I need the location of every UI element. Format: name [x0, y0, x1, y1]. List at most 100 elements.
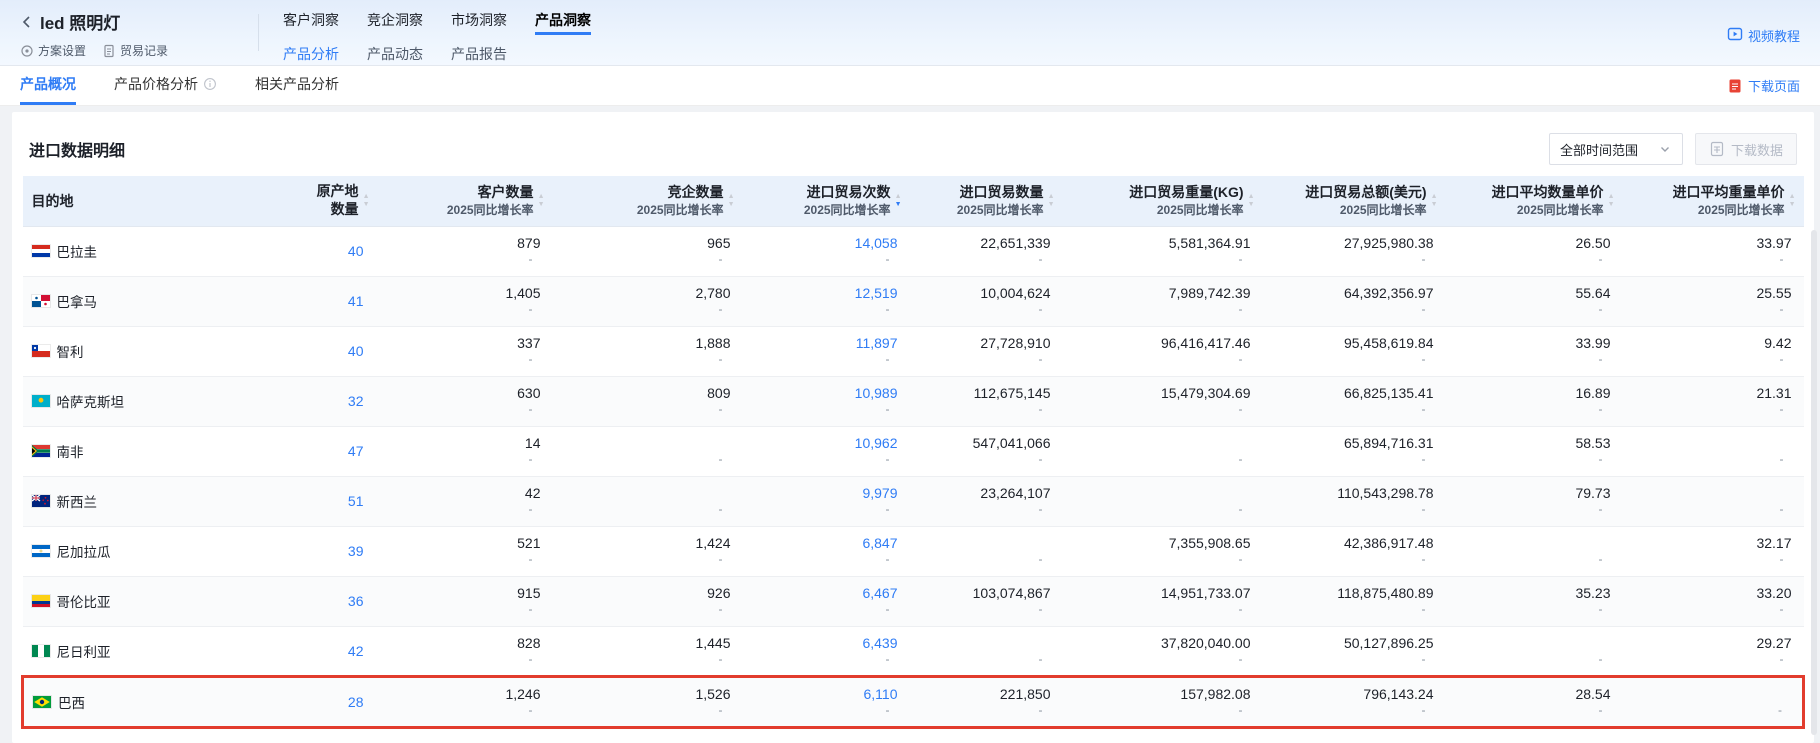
origin-count-link[interactable]: 47	[172, 427, 378, 459]
growth-placeholder: -	[553, 652, 743, 666]
trade-times-link[interactable]: 10,989	[743, 377, 910, 402]
download-page-link[interactable]: 下载页面	[1727, 66, 1800, 105]
sort-asc-icon[interactable]: ▲	[1789, 193, 1796, 201]
col-header-import-avg-weight-price[interactable]: 进口平均重量单价2025同比增长率▲▼	[1623, 176, 1804, 226]
growth-placeholder: -	[378, 502, 553, 516]
plan-settings-link[interactable]: 方案设置	[20, 42, 86, 59]
sort-desc-icon[interactable]: ▼	[1431, 201, 1438, 209]
origin-count-link[interactable]: 51	[172, 477, 378, 509]
growth-placeholder: -	[378, 452, 553, 466]
sort-asc-icon[interactable]: ▲	[895, 193, 902, 201]
col-header-import-trade-weight-kg[interactable]: 进口贸易重量(KG)2025同比增长率▲▼	[1063, 176, 1263, 226]
cell-value: 9.42	[1623, 327, 1804, 352]
tab-market-insight[interactable]: 市场洞察	[451, 10, 507, 35]
info-icon[interactable]	[203, 77, 217, 91]
tab-product-insight[interactable]: 产品洞察	[535, 10, 591, 35]
origin-count-link[interactable]: 40	[172, 227, 378, 259]
sort-desc-icon[interactable]: ▼	[363, 201, 370, 209]
trade-times-link[interactable]: 10,962	[743, 427, 910, 452]
sort-carets[interactable]: ▲▼	[1431, 193, 1438, 209]
trade-times-link[interactable]: 11,897	[743, 327, 910, 352]
sort-asc-icon[interactable]: ▲	[1431, 193, 1438, 201]
sort-asc-icon[interactable]: ▲	[1608, 193, 1615, 201]
origin-count-cell: 40	[172, 326, 378, 376]
col-header-customer-count[interactable]: 客户数量2025同比增长率▲▼	[378, 176, 553, 226]
sort-desc-icon[interactable]: ▼	[1048, 201, 1055, 209]
tab-product-price-analysis[interactable]: 产品价格分析	[114, 66, 217, 105]
cell-value	[553, 477, 743, 502]
import-trade-amount-usd-cell: 118,875,480.89-	[1263, 576, 1446, 626]
cell-value	[1063, 427, 1263, 452]
col-header-origin-count[interactable]: 原产地数量▲▼	[172, 176, 378, 226]
origin-count-link[interactable]: 40	[172, 327, 378, 359]
origin-count-link[interactable]: 32	[172, 377, 378, 409]
country-name: 哈萨克斯坦	[57, 391, 125, 411]
sort-carets[interactable]: ▲▼	[363, 193, 370, 209]
cell-value: 29.27	[1623, 627, 1804, 652]
col-label: 客户数量	[447, 184, 534, 202]
cell-value: 33.97	[1623, 227, 1804, 252]
sort-desc-icon[interactable]: ▼	[1608, 201, 1615, 209]
sort-carets[interactable]: ▲▼	[1248, 193, 1255, 209]
sort-carets[interactable]: ▲▼	[1789, 193, 1796, 209]
trade-times-link[interactable]: 14,058	[743, 227, 910, 252]
col-header-import-trade-quantity[interactable]: 进口贸易数量2025同比增长率▲▼	[910, 176, 1063, 226]
sort-carets[interactable]: ▲▼	[728, 193, 735, 209]
growth-placeholder: -	[1063, 602, 1263, 616]
trade-times-link[interactable]: 6,467	[743, 577, 910, 602]
origin-count-link[interactable]: 39	[172, 527, 378, 559]
sort-desc-icon[interactable]: ▼	[895, 201, 902, 209]
trade-times-link[interactable]: 9,979	[743, 477, 910, 502]
sort-carets[interactable]: ▲▼	[1048, 193, 1055, 209]
sort-desc-icon[interactable]: ▼	[728, 201, 735, 209]
sort-asc-icon[interactable]: ▲	[363, 193, 370, 201]
trade-records-link[interactable]: 贸易记录	[102, 42, 168, 59]
growth-placeholder: -	[1263, 402, 1446, 416]
sort-asc-icon[interactable]: ▲	[1248, 193, 1255, 201]
sort-asc-icon[interactable]: ▲	[538, 193, 545, 201]
tab-competitor-insight[interactable]: 竞企洞察	[367, 10, 423, 35]
sort-carets[interactable]: ▲▼	[538, 193, 545, 209]
country-name: 尼日利亚	[57, 641, 111, 661]
col-header-import-trade-amount-usd[interactable]: 进口贸易总额(美元)2025同比增长率▲▼	[1263, 176, 1446, 226]
import-trade-amount-usd-cell: 65,894,716.31-	[1263, 426, 1446, 476]
tab-customer-insight[interactable]: 客户洞察	[283, 10, 339, 35]
trade-times-link[interactable]: 6,847	[743, 527, 910, 552]
growth-placeholder: -	[1263, 252, 1446, 266]
back-icon[interactable]	[20, 15, 34, 29]
origin-count-link[interactable]: 28	[172, 678, 378, 710]
import-avg-weight-price-cell: 21.31-	[1623, 376, 1804, 426]
col-header-import-trade-times[interactable]: 进口贸易次数2025同比增长率▲▼	[743, 176, 910, 226]
sort-asc-icon[interactable]: ▲	[1048, 193, 1055, 201]
sort-carets[interactable]: ▲▼	[895, 193, 902, 209]
cell-value: 42	[378, 477, 553, 502]
trade-times-link[interactable]: 12,519	[743, 277, 910, 302]
origin-count-link[interactable]: 41	[172, 277, 378, 309]
cell-value: 5,581,364.91	[1063, 227, 1263, 252]
trade-times-link[interactable]: 6,439	[743, 627, 910, 652]
download-data-button[interactable]: 下载数据	[1695, 133, 1797, 165]
tab-related-product-analysis[interactable]: 相关产品分析	[255, 66, 339, 105]
col-header-import-avg-quantity-price[interactable]: 进口平均数量单价2025同比增长率▲▼	[1446, 176, 1623, 226]
sort-asc-icon[interactable]: ▲	[728, 193, 735, 201]
growth-placeholder: -	[743, 302, 910, 316]
col-label: 进口贸易重量(KG)	[1129, 184, 1243, 202]
sort-desc-icon[interactable]: ▼	[1248, 201, 1255, 209]
origin-count-link[interactable]: 36	[172, 577, 378, 609]
import-trade-weight-kg-cell: 7,355,908.65-	[1063, 526, 1263, 576]
sort-carets[interactable]: ▲▼	[1608, 193, 1615, 209]
product-price-analysis-label: 产品价格分析	[114, 74, 198, 94]
vertical-scrollbar[interactable]	[1811, 230, 1817, 735]
time-range-select[interactable]: 全部时间范围	[1549, 133, 1683, 165]
origin-count-link[interactable]: 42	[172, 627, 378, 659]
video-tutorial-link[interactable]: 视频教程	[1727, 26, 1800, 65]
sort-desc-icon[interactable]: ▼	[1789, 201, 1796, 209]
growth-placeholder: -	[910, 502, 1063, 516]
col-header-competitor-count[interactable]: 竞企数量2025同比增长率▲▼	[553, 176, 743, 226]
sort-desc-icon[interactable]: ▼	[538, 201, 545, 209]
tab-product-overview[interactable]: 产品概况	[20, 66, 76, 105]
customer-count-cell: 879-	[378, 226, 553, 276]
pa-flag-icon	[32, 295, 50, 307]
table-row: 新西兰5142--9,979-23,264,107--110,543,298.7…	[23, 476, 1804, 526]
trade-times-link[interactable]: 6,110	[743, 678, 910, 703]
